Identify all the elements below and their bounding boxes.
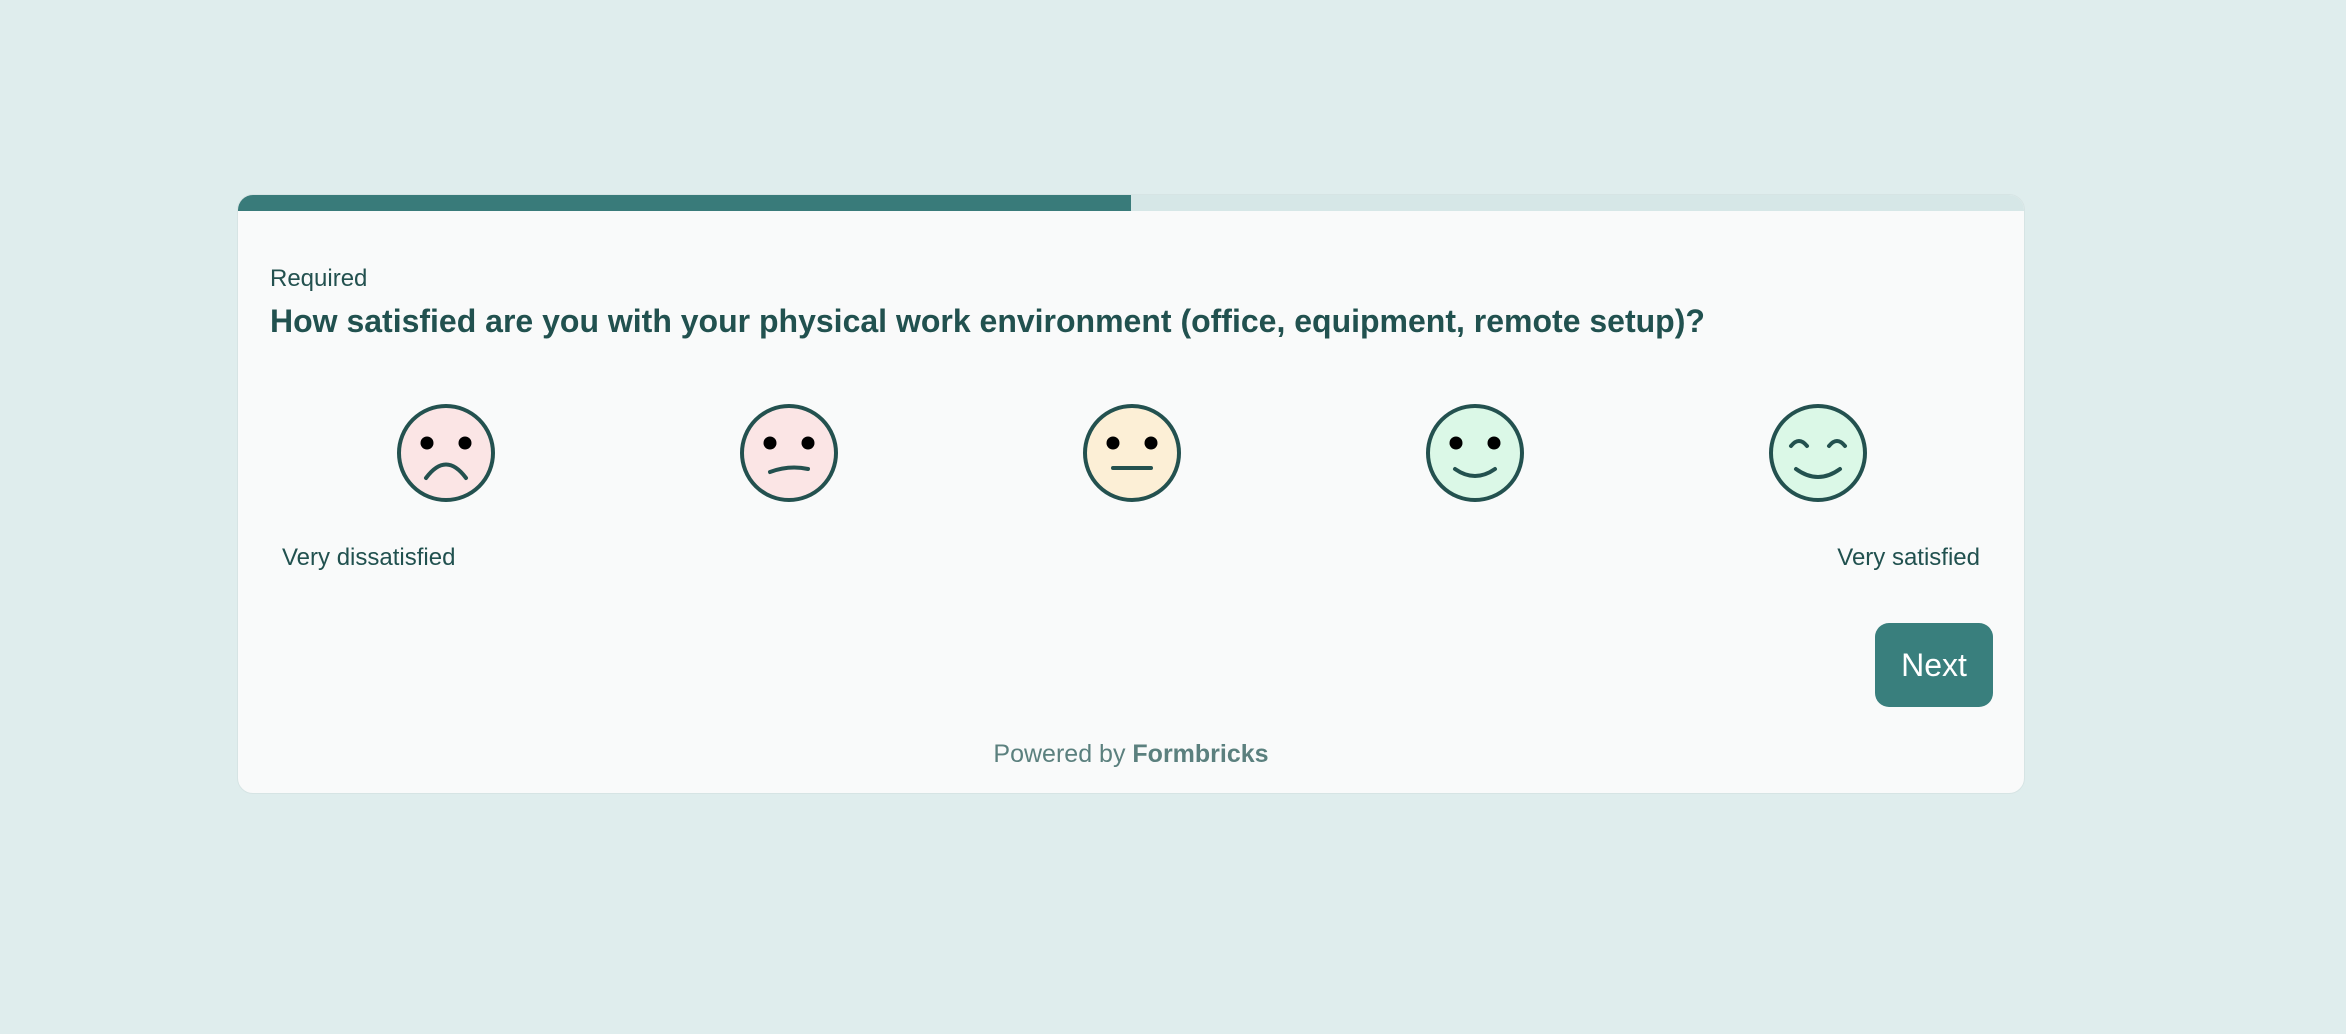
very-satisfied-face-icon <box>1769 404 1867 502</box>
powered-by-text: Powered by <box>993 740 1126 768</box>
rating-option-5[interactable] <box>1768 403 1868 503</box>
rating-option-4[interactable] <box>1425 403 1525 503</box>
progress-bar-fill <box>238 195 1131 211</box>
upper-scale-label: Very satisfied <box>1837 544 1980 571</box>
question-title: How satisfied are you with your physical… <box>270 303 1705 339</box>
required-label: Required <box>270 265 368 292</box>
formbricks-link[interactable]: Formbricks <box>1132 740 1268 768</box>
dissatisfied-face-icon <box>740 404 838 502</box>
rating-option-1[interactable] <box>396 403 496 503</box>
progress-bar <box>238 195 2024 211</box>
rating-option-2[interactable] <box>739 403 839 503</box>
next-button[interactable]: Next <box>1875 623 1993 707</box>
rating-option-3[interactable] <box>1082 403 1182 503</box>
lower-scale-label: Very dissatisfied <box>282 544 456 571</box>
survey-card: Required How satisfied are you with your… <box>237 194 2025 794</box>
neutral-face-icon <box>1083 404 1181 502</box>
satisfied-face-icon <box>1426 404 1524 502</box>
powered-by-footer: Powered by Formbricks <box>238 740 2024 769</box>
very-dissatisfied-face-icon <box>397 404 495 502</box>
